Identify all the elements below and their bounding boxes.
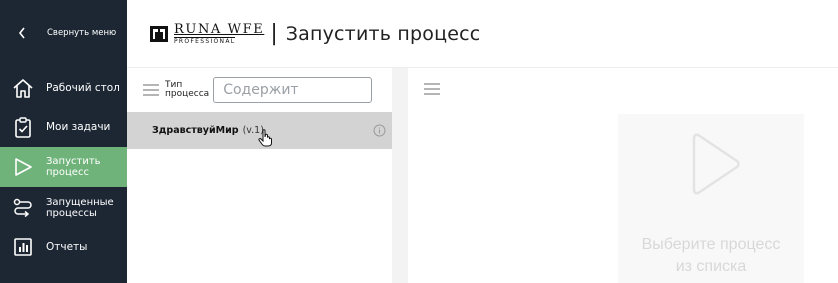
collapse-menu-button[interactable]: Свернуть меню (0, 0, 127, 66)
sidebar-item-label: Запустить процесс (46, 155, 101, 179)
sidebar-item-start-process[interactable]: Запустить процесс (0, 147, 127, 187)
menu-icon[interactable] (143, 83, 159, 97)
header: RUNA WFE PROFESSIONAL | Запустить процес… (127, 0, 838, 68)
process-type-filter-input[interactable] (213, 77, 373, 103)
sidebar-item-label: Отчеты (46, 241, 88, 253)
sidebar-item-label: Рабочий стол (46, 82, 120, 94)
clipboard-check-icon (15, 117, 31, 138)
empty-state: Выберите процесс из списка (618, 114, 804, 283)
sidebar: Свернуть меню Рабочий стол Мои задачи За… (0, 0, 127, 283)
report-chart-icon (14, 238, 32, 256)
collapse-menu-label: Свернуть меню (47, 28, 117, 38)
play-icon (15, 158, 32, 176)
sidebar-item-label: Мои задачи (46, 121, 111, 133)
empty-state-line1: Выберите процесс (641, 236, 781, 253)
process-type-label: Тип процесса (165, 81, 209, 99)
play-icon (692, 133, 740, 195)
empty-state-line2: из списка (675, 258, 747, 275)
empty-state-message: Выберите процесс из списка (618, 234, 804, 278)
logo-sub-text: PROFESSIONAL (174, 36, 236, 45)
runa-wfe-logo: RUNA WFE PROFESSIONAL (149, 21, 264, 47)
process-name: ЗдравствуйМир (152, 125, 239, 136)
sidebar-item-my-tasks[interactable]: Мои задачи (0, 111, 127, 143)
hand-pointer-cursor-icon (258, 129, 272, 147)
sidebar-item-running-processes[interactable]: Запущенные процессы (0, 188, 127, 228)
list-toolbar: Тип процесса (127, 68, 392, 112)
home-icon (13, 79, 33, 98)
sidebar-item-reports[interactable]: Отчеты (0, 231, 127, 263)
title-separator: | (270, 20, 278, 46)
page-title: Запустить процесс (285, 22, 481, 45)
info-icon[interactable] (373, 124, 386, 137)
menu-icon[interactable] (424, 82, 440, 96)
logo-main-text: RUNA WFE (174, 21, 265, 37)
sidebar-item-label: Запущенные процессы (46, 196, 114, 220)
panel-divider[interactable] (392, 68, 408, 283)
logo-mark-icon (150, 25, 168, 42)
sidebar-item-desktop[interactable]: Рабочий стол (0, 72, 127, 104)
process-detail-panel: Выберите процесс из списка (408, 68, 838, 283)
logo-text: RUNA WFE PROFESSIONAL (174, 23, 264, 45)
process-list-panel: Тип процесса ЗдравствуйМир (v.1) (127, 68, 392, 283)
chevron-left-icon (18, 27, 25, 39)
process-type-label-line2: процесса (165, 89, 210, 99)
app-window: Свернуть меню Рабочий стол Мои задачи За… (0, 0, 838, 283)
process-flow-icon (13, 198, 32, 218)
